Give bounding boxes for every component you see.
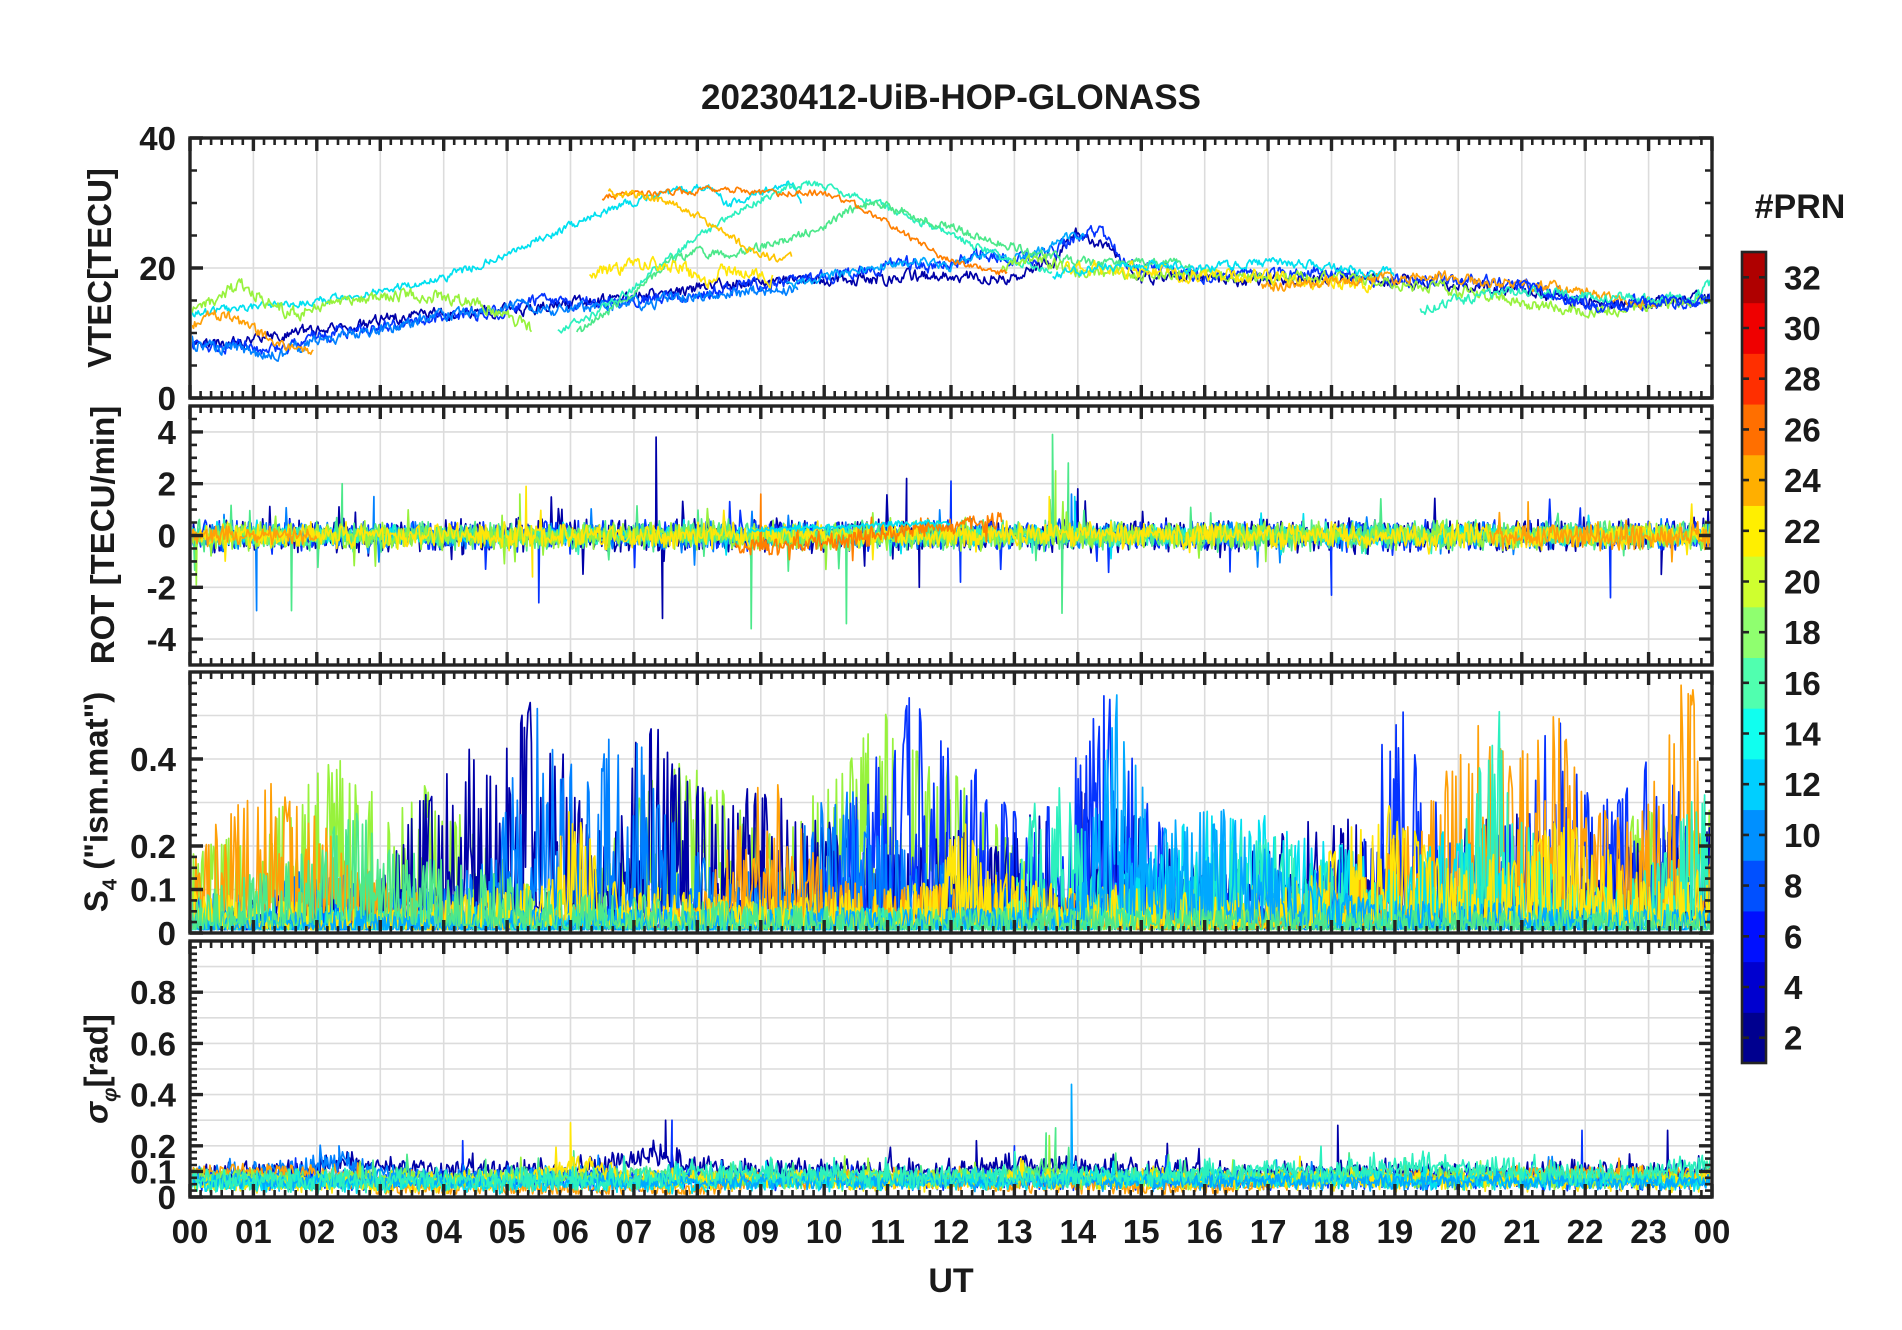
y-tick-label-rot: -2 [147, 569, 176, 606]
x-tick-label: 17 [1250, 1213, 1287, 1250]
trace-prn8-vtec [192, 285, 799, 362]
x-tick-label: 00 [172, 1213, 209, 1250]
colorbar-tick-label: 28 [1784, 361, 1821, 398]
x-tick-label: 20 [1440, 1213, 1477, 1250]
colorbar-tick-label: 8 [1784, 868, 1802, 905]
colorbar-tick-label: 2 [1784, 1020, 1802, 1057]
y-tick-label-s4: 0.2 [130, 828, 176, 865]
colorbar-tick-label: 26 [1784, 411, 1821, 448]
colorbar: 2468101214161820222426283032 [1740, 250, 1821, 1065]
x-tick-label: 08 [679, 1213, 716, 1250]
panel-vtec: 0 20 40 [139, 120, 1714, 417]
s4-label-subscript: 4 [98, 878, 122, 891]
y-tick-label-vtec: 40 [139, 120, 176, 157]
colorbar-tick-label: 10 [1784, 817, 1821, 854]
y-tick-label-s4: 0.4 [130, 741, 177, 778]
y-tick-label-s4: 0 [158, 915, 176, 952]
x-tick-label: 14 [1059, 1213, 1096, 1250]
sigma-label-subscript: φ [98, 1087, 122, 1102]
panel-sigma_phi: 00.10.20.40.60.8 [130, 939, 1714, 1216]
y-tick-label-rot: 0 [158, 518, 176, 555]
x-tick-label: 07 [616, 1213, 653, 1250]
y-tick-label-rot: 2 [158, 466, 176, 503]
s4-label-main: S [77, 890, 115, 913]
colorbar-title: #PRN [1754, 188, 1846, 226]
y-tick-label-sigma_phi: 0.8 [130, 974, 176, 1011]
panel-s4: 0 0.1 0.2 0.4 [130, 670, 1714, 952]
colorbar-tick-label: 30 [1784, 310, 1821, 347]
x-tick-label: 02 [298, 1213, 335, 1250]
x-tick-label: 09 [742, 1213, 779, 1250]
colorbar-tick-label: 22 [1784, 513, 1821, 550]
y-tick-label-rot: -4 [147, 621, 177, 658]
colorbar-tick-label: 14 [1784, 716, 1821, 753]
x-tick-label: 15 [1123, 1213, 1160, 1250]
y-axis-label-rot: ROT [TECU/min] [84, 405, 121, 665]
x-tick-label: 16 [1186, 1213, 1223, 1250]
y-tick-label-vtec: 0 [158, 380, 176, 417]
y-tick-label-sigma_phi: 0.2 [130, 1128, 176, 1165]
colorbar-tick-label: 32 [1784, 259, 1821, 296]
y-tick-label-sigma_phi: 0.6 [130, 1025, 176, 1062]
x-tick-label: 18 [1313, 1213, 1350, 1250]
sigma-label-suffix: [rad] [77, 1014, 115, 1088]
x-tick-label: 13 [996, 1213, 1033, 1250]
x-tick-label: 06 [552, 1213, 589, 1250]
x-axis-label: UT [928, 1262, 974, 1300]
glonass-monitor-figure: 20230412-UiB-HOP-GLONASS VTEC[TECU] ROT … [0, 0, 1902, 1330]
y-tick-label-s4: 0.1 [130, 872, 176, 909]
x-tick-label: 12 [933, 1213, 970, 1250]
x-tick-label: 05 [489, 1213, 526, 1250]
colorbar-tick-label: 12 [1784, 766, 1821, 803]
colorbar-tick-label: 24 [1784, 462, 1821, 499]
y-tick-label-vtec: 20 [139, 250, 176, 287]
y-tick-label-rot: 4 [158, 414, 177, 451]
x-tick-label: 01 [235, 1213, 272, 1250]
x-tick-label: 10 [806, 1213, 843, 1250]
y-axis-label-sigma-phi: σφ[rad] [77, 1014, 122, 1124]
trace-prn24-vtec [601, 185, 1008, 276]
y-axis-label-s4: S4 ("ism.mat") [77, 692, 122, 913]
colorbar-tick-label: 18 [1784, 614, 1821, 651]
x-tick-label: 04 [425, 1213, 462, 1250]
x-tick-label: 22 [1567, 1213, 1604, 1250]
x-tick-label: 21 [1503, 1213, 1540, 1250]
x-tick-label: 00 [1694, 1213, 1731, 1250]
x-tick-label: 11 [870, 1213, 905, 1250]
grid-sigma_phi [190, 941, 1712, 1197]
x-tick-label: 23 [1630, 1213, 1667, 1250]
panel-rot: -4 -2 0 2 4 [147, 404, 1714, 667]
y-axis-label-vtec: VTEC[TECU] [81, 168, 118, 368]
multipanel-timeseries-svg: 02040-4-202400.10.20.400.10.20.40.60.800… [130, 120, 1821, 1250]
x-tick-label: 03 [362, 1213, 399, 1250]
chart-title: 20230412-UiB-HOP-GLONASS [701, 78, 1201, 117]
colorbar-tick-label: 6 [1784, 918, 1802, 955]
colorbar-tick-label: 20 [1784, 563, 1821, 600]
colorbar-tick-label: 4 [1784, 969, 1803, 1006]
colorbar-tick-label: 16 [1784, 665, 1821, 702]
sigma-label-main: σ [77, 1101, 115, 1124]
s4-label-suffix: ("ism.mat") [77, 691, 115, 879]
x-tick-label: 19 [1377, 1213, 1414, 1250]
y-tick-label-sigma_phi: 0.4 [130, 1077, 177, 1114]
